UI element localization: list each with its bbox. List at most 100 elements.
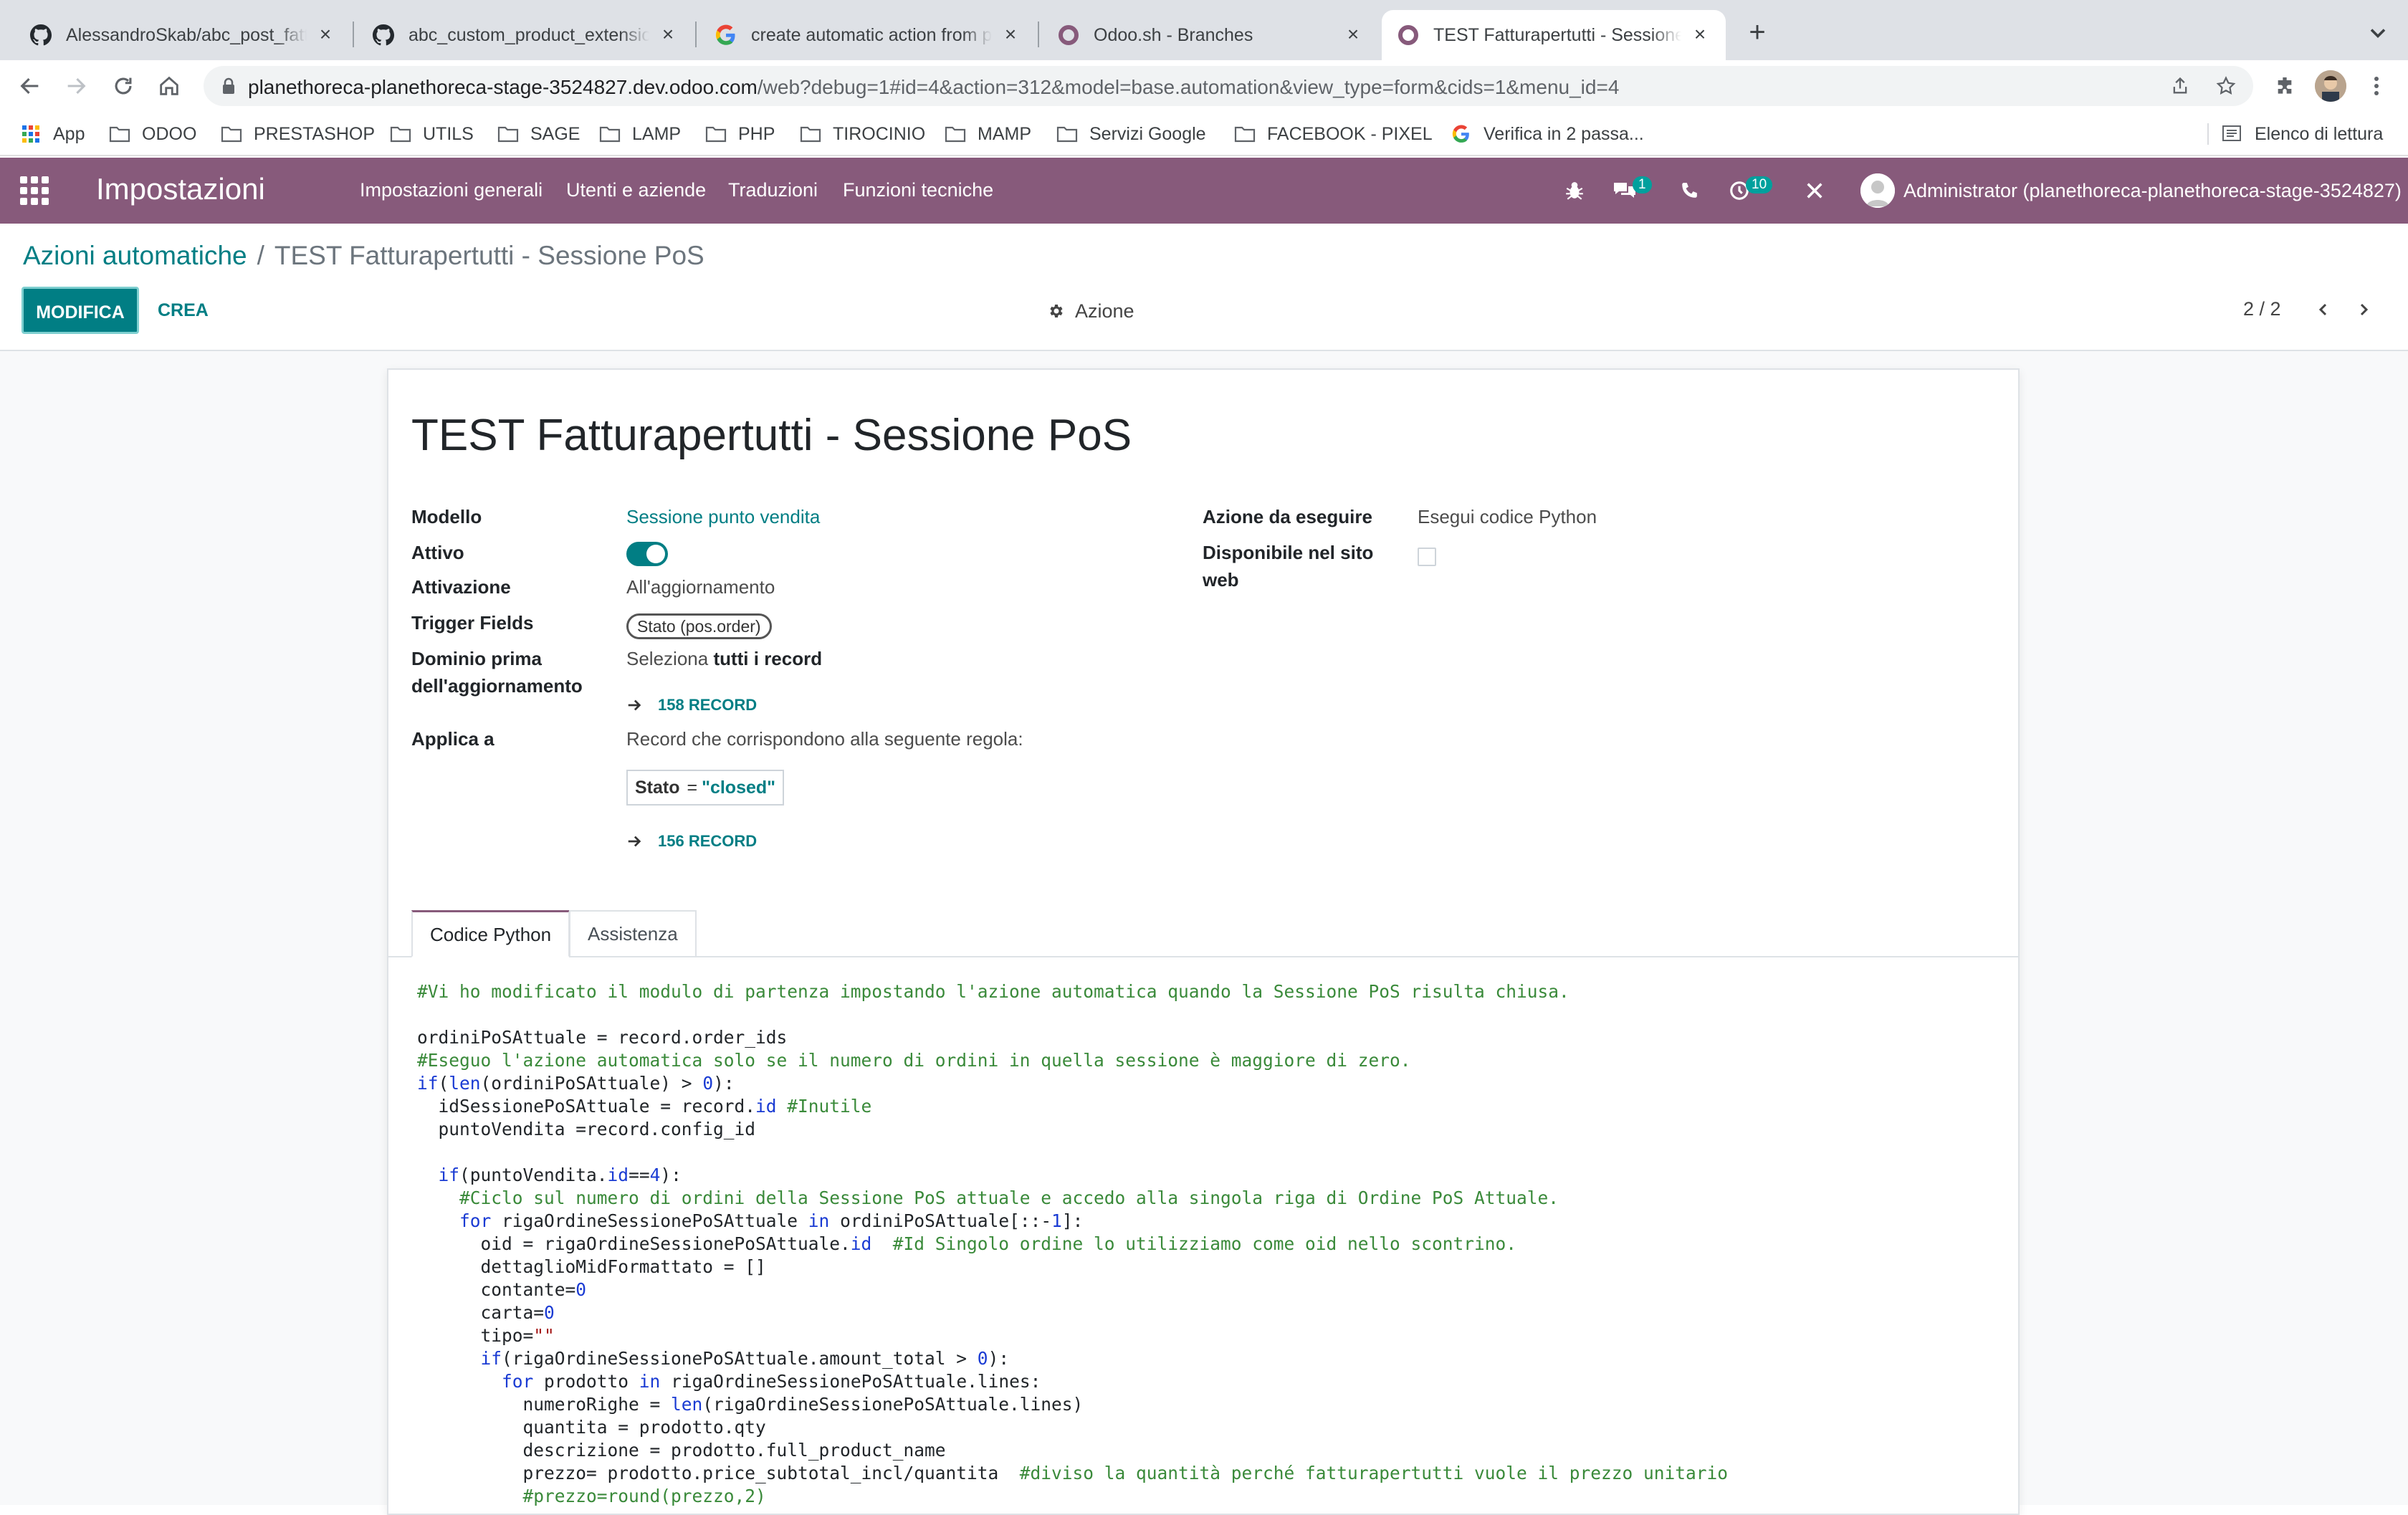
back-button[interactable]: [14, 70, 46, 102]
bookmark-folder-utils[interactable]: UTILS: [390, 122, 474, 146]
field-model-link[interactable]: Sessione punto vendita: [626, 503, 820, 530]
trigger-field-tag: Stato (pos.order): [626, 613, 772, 639]
share-icon[interactable]: [2169, 75, 2192, 97]
profile-avatar[interactable]: [2315, 70, 2346, 102]
field-label-website-2: web: [1203, 569, 1239, 591]
tab-title: create automatic action from p: [751, 24, 992, 45]
code-line: dettaglioMidFormattato = []: [417, 1256, 766, 1277]
star-icon[interactable]: [2214, 75, 2237, 97]
forward-button[interactable]: [60, 70, 92, 102]
active-toggle[interactable]: [626, 542, 668, 566]
url-text[interactable]: planethoreca-planethoreca-stage-3524827.…: [248, 76, 1619, 99]
bug-icon[interactable]: [1565, 178, 1584, 204]
browser-tab-github-custom-product[interactable]: abc_custom_product_extensio ×: [357, 10, 694, 60]
apps-menu-icon[interactable]: [20, 176, 49, 205]
bookmark-folder-servizi-google[interactable]: Servizi Google: [1056, 122, 1206, 146]
field-label-trigger: Attivazione: [411, 576, 511, 598]
github-icon: [373, 24, 394, 46]
apps-grid-icon: [20, 125, 42, 143]
action-menu-button[interactable]: Azione: [1048, 298, 1134, 324]
menu-impostazioni-generali[interactable]: Impostazioni generali: [360, 179, 543, 201]
code-line: if(puntoVendita.id==4):: [438, 1165, 682, 1185]
pager-value[interactable]: 2 / 2: [2243, 298, 2281, 320]
breadcrumb-parent[interactable]: Azioni automatiche: [23, 241, 247, 270]
close-icon[interactable]: ×: [315, 24, 335, 45]
pre-domain-records-link[interactable]: 158 RECORD: [626, 692, 757, 718]
action-menu-label: Azione: [1075, 300, 1134, 322]
close-icon[interactable]: ×: [1000, 24, 1021, 45]
messages-button[interactable]: 1: [1612, 176, 1652, 204]
bookmarks-separator: [2207, 123, 2209, 145]
field-label-active: Attivo: [411, 542, 464, 563]
menu-traduzioni[interactable]: Traduzioni: [728, 179, 818, 201]
pager-next-button[interactable]: [2351, 297, 2376, 322]
reading-list-button[interactable]: Elenco di lettura: [2222, 122, 2383, 146]
website-checkbox[interactable]: [1418, 548, 1436, 566]
apply-records-link[interactable]: 156 RECORD: [626, 828, 757, 854]
folder-icon: [1056, 125, 1078, 143]
extensions-icon[interactable]: [2270, 72, 2299, 100]
bookmark-apps[interactable]: App: [20, 122, 85, 146]
user-menu[interactable]: Administrator (planethoreca-planethoreca…: [1860, 173, 2402, 208]
code-line: if(len(ordiniPoSAttuale) > 0):: [417, 1073, 735, 1094]
code-line: descrizione = prodotto.full_product_name: [417, 1440, 946, 1461]
menu-funzioni-tecniche[interactable]: Funzioni tecniche: [843, 179, 993, 201]
form-sheet: TEST Fatturapertutti - Sessione PoS Mode…: [387, 368, 2020, 1515]
domain-rule: Stato = "closed": [626, 770, 785, 806]
tab-assistenza[interactable]: Assistenza: [569, 910, 697, 957]
phone-icon[interactable]: [1680, 178, 1698, 204]
close-icon[interactable]: ×: [658, 24, 678, 45]
bookmark-folder-mamp[interactable]: MAMP: [945, 122, 1031, 146]
reload-button[interactable]: [108, 70, 139, 102]
bookmark-label: LAMP: [632, 123, 682, 144]
activities-button[interactable]: 10: [1729, 176, 1773, 204]
browser-tab-odoo-branches[interactable]: Odoo.sh - Branches ×: [1042, 10, 1379, 60]
pager-previous-button[interactable]: [2311, 297, 2336, 322]
create-button[interactable]: CREA: [150, 287, 216, 334]
python-code-editor[interactable]: #Vi ho modificato il modulo di partenza …: [417, 980, 1728, 1508]
avatar: [1860, 173, 1895, 208]
lock-icon[interactable]: [221, 77, 236, 95]
bookmark-folder-php[interactable]: PHP: [705, 122, 775, 146]
code-line: ​: [417, 1141, 1728, 1164]
bookmark-label: PHP: [738, 123, 775, 144]
address-bar[interactable]: planethoreca-planethoreca-stage-3524827.…: [204, 66, 2253, 106]
gear-icon: [1048, 302, 1065, 320]
browser-tab-github-post-fatt[interactable]: AlessandroSkab/abc_post_fatt ×: [14, 10, 351, 60]
odoo-icon: [1058, 24, 1079, 46]
close-icon[interactable]: ×: [1343, 24, 1363, 45]
more-vertical-icon[interactable]: [2362, 72, 2391, 100]
app-title[interactable]: Impostazioni: [96, 172, 265, 206]
home-button[interactable]: [153, 70, 185, 102]
code-line: tipo="": [417, 1325, 555, 1346]
tab-title: TEST Fatturapertutti - Sessione: [1433, 24, 1681, 45]
edit-button[interactable]: MODIFICA: [22, 287, 139, 334]
bookmark-folder-prestashop[interactable]: PRESTASHOP: [221, 122, 375, 146]
bookmark-folder-odoo[interactable]: ODOO: [109, 122, 196, 146]
tab-codice-python[interactable]: Codice Python: [411, 910, 570, 957]
browser-toolbar: planethoreca-planethoreca-stage-3524827.…: [0, 60, 2408, 112]
chevron-down-icon[interactable]: [2365, 20, 2391, 46]
arrow-right-icon: [67, 77, 86, 95]
messages-badge: 1: [1633, 176, 1652, 193]
record-title: TEST Fatturapertutti - Sessione PoS: [411, 411, 1132, 460]
bookmark-folder-sage[interactable]: SAGE: [497, 122, 580, 146]
apply-description: Record che corrispondono alla seguente r…: [626, 728, 1023, 750]
bookmark-folder-facebook-pixel[interactable]: FACEBOOK - PIXEL: [1234, 122, 1433, 146]
browser-tab-active[interactable]: TEST Fatturapertutti - Sessione ×: [1382, 10, 1726, 60]
arrow-left-icon: [20, 77, 39, 95]
tab-separator: [1038, 21, 1039, 47]
arrow-right-icon: [626, 697, 642, 713]
menu-utenti-aziende[interactable]: Utenti e aziende: [566, 179, 706, 201]
browser-tab-google-search[interactable]: create automatic action from p ×: [699, 10, 1036, 60]
apply-records-label: 156 RECORD: [658, 832, 758, 850]
new-tab-button[interactable]: +: [1743, 18, 1772, 47]
bookmark-verifica-2-passaggi[interactable]: Verifica in 2 passa...: [1451, 122, 1644, 146]
code-line: ordiniPoSAttuale = record.order_ids: [417, 1027, 788, 1048]
bookmark-folder-tirocinio[interactable]: TIROCINIO: [800, 122, 925, 146]
bookmark-folder-lamp[interactable]: LAMP: [599, 122, 681, 146]
close-icon[interactable]: ×: [1690, 24, 1710, 45]
debug-tools-icon[interactable]: [1805, 178, 1825, 204]
code-line: idSessionePoSAttuale = record.id #Inutil…: [417, 1096, 872, 1117]
folder-icon: [1234, 125, 1256, 143]
